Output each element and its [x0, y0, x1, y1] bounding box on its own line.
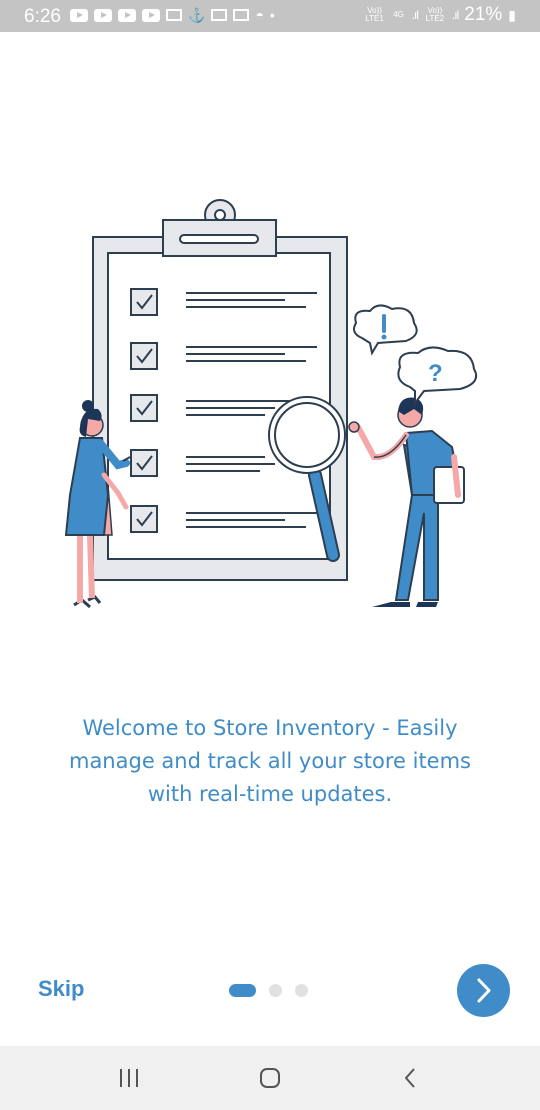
onboarding-description: Welcome to Store Inventory - Easily mana… — [50, 712, 490, 811]
description-line: manage and track all your store items — [68, 749, 471, 773]
network-label-lte1: Vo)) LTE1 — [365, 6, 384, 23]
page-dot[interactable] — [295, 984, 308, 997]
location-icon: ◓ — [255, 7, 264, 23]
battery-icon: ▮ — [508, 7, 516, 23]
exclamation-bubble-icon — [353, 304, 418, 356]
status-bar: 6:26 ⚓ ◓ • Vo)) LTE1 4G .ıl Vo)) LTE2 .ı… — [0, 0, 540, 32]
signal-icon: .ıl — [411, 8, 419, 22]
usb-icon: ⚓ — [188, 7, 206, 23]
notification-icons: ⚓ ◓ • — [70, 8, 275, 22]
next-button[interactable] — [457, 964, 510, 1017]
question-bubble-icon: ? — [397, 346, 478, 406]
chevron-right-icon — [477, 978, 491, 1003]
youtube-icon — [118, 8, 136, 22]
page-indicator — [229, 984, 308, 997]
youtube-icon — [142, 8, 160, 22]
man-figure-icon — [348, 397, 465, 607]
status-time: 6:26 — [24, 6, 61, 27]
home-icon[interactable] — [259, 1067, 281, 1089]
battery-percent: 21% — [464, 4, 503, 25]
description-line: Welcome to Store Inventory - Easily — [82, 716, 458, 740]
youtube-icon — [94, 8, 112, 22]
recents-icon[interactable] — [119, 1068, 141, 1088]
signal-icon: .ıl — [451, 8, 459, 22]
page-dot-active[interactable] — [229, 984, 256, 997]
more-notifications-icon: • — [269, 7, 275, 23]
onboarding-illustration: ? — [64, 199, 478, 609]
skip-button[interactable]: Skip — [38, 976, 84, 1002]
page-dot[interactable] — [269, 984, 282, 997]
mail-icon — [166, 9, 182, 21]
network-label-lte2: Vo)) LTE2 — [425, 6, 445, 23]
status-right: Vo)) LTE1 4G .ıl Vo)) LTE2 .ıl 21% ▮ — [364, 4, 516, 26]
svg-text:?: ? — [428, 360, 443, 387]
youtube-icon — [70, 8, 88, 22]
calendar-icon — [233, 9, 250, 21]
mail-icon — [211, 9, 228, 21]
back-icon[interactable] — [403, 1067, 417, 1089]
network-label-4g: 4G — [393, 10, 404, 19]
description-line: with real-time updates. — [147, 782, 393, 806]
